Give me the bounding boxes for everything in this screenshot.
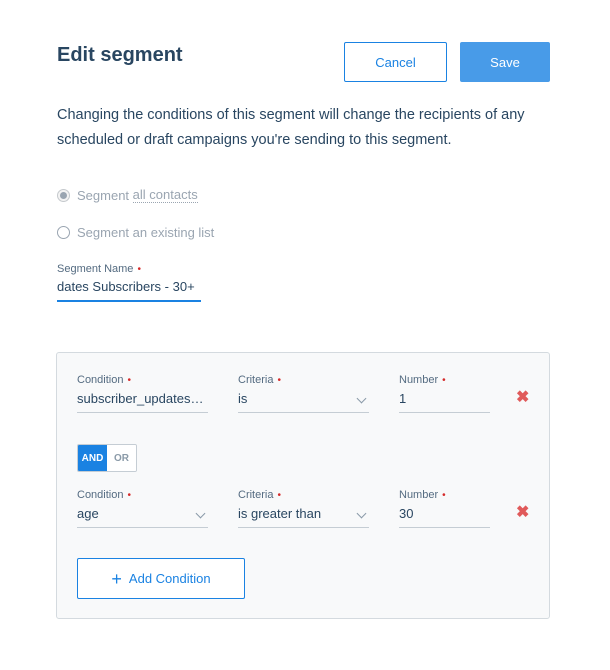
number-value: 30 — [399, 506, 414, 521]
radio-existing-list[interactable]: Segment an existing list — [57, 225, 214, 240]
chevron-down-icon — [356, 393, 367, 404]
radio-all-contacts[interactable]: Segment all contacts — [57, 187, 198, 203]
plus-icon: + — [111, 568, 122, 589]
condition-value: subscriber_updates… — [77, 391, 204, 406]
condition-label: Condition • — [77, 374, 131, 386]
all-contacts-link[interactable]: all contacts — [132, 187, 198, 203]
save-button[interactable]: Save — [460, 42, 550, 82]
number-label: Number • — [399, 374, 446, 386]
chevron-down-icon — [195, 508, 206, 519]
number-input[interactable]: 1 — [399, 391, 490, 413]
required-mark: • — [137, 264, 141, 275]
segment-name-label: Segment Name • — [57, 263, 141, 275]
or-toggle[interactable]: OR — [107, 445, 136, 471]
segment-name-input[interactable]: dates Subscribers - 30+ — [57, 279, 201, 302]
required-mark: • — [277, 375, 281, 386]
condition-select[interactable]: subscriber_updates… — [77, 391, 208, 413]
chevron-down-icon — [356, 508, 367, 519]
delete-condition-icon[interactable]: ✖ — [516, 502, 529, 522]
condition-value: age — [77, 506, 99, 521]
number-value: 1 — [399, 391, 407, 406]
add-condition-label: Add Condition — [128, 571, 211, 586]
criteria-label: Criteria • — [238, 489, 281, 501]
number-input[interactable]: 30 — [399, 506, 490, 528]
required-mark: • — [277, 490, 281, 501]
criteria-select[interactable]: is greater than — [238, 506, 369, 528]
required-mark: • — [127, 375, 131, 386]
delete-condition-icon[interactable]: ✖ — [516, 387, 529, 407]
number-label: Number • — [399, 489, 446, 501]
radio-all-contacts-prefix: Segment — [77, 187, 130, 203]
radio-checked-icon[interactable] — [57, 188, 70, 202]
required-mark: • — [442, 375, 446, 386]
page-title: Edit segment — [57, 44, 183, 66]
required-mark: • — [442, 490, 446, 501]
conditions-panel: Condition • Criteria • Number • subscriber_… — [56, 352, 550, 619]
criteria-value: is — [238, 391, 248, 406]
radio-existing-list-label: Segment an existing list — [77, 225, 215, 240]
add-condition-button[interactable]: + Add Condition — [77, 558, 245, 599]
required-mark: • — [127, 490, 131, 501]
condition-label: Condition • — [77, 489, 131, 501]
radio-unchecked-icon[interactable] — [57, 226, 70, 239]
criteria-select[interactable]: is — [238, 391, 369, 413]
cancel-button[interactable]: Cancel — [344, 42, 447, 82]
segment-name-value: dates Subscribers - 30+ — [57, 279, 195, 294]
and-or-toggle: AND OR — [77, 444, 137, 472]
and-toggle[interactable]: AND — [78, 445, 107, 471]
segment-description: Changing the conditions of this segment … — [57, 107, 525, 148]
criteria-value: is greater than — [238, 506, 322, 521]
criteria-label: Criteria • — [238, 374, 281, 386]
condition-select[interactable]: age — [77, 506, 208, 528]
